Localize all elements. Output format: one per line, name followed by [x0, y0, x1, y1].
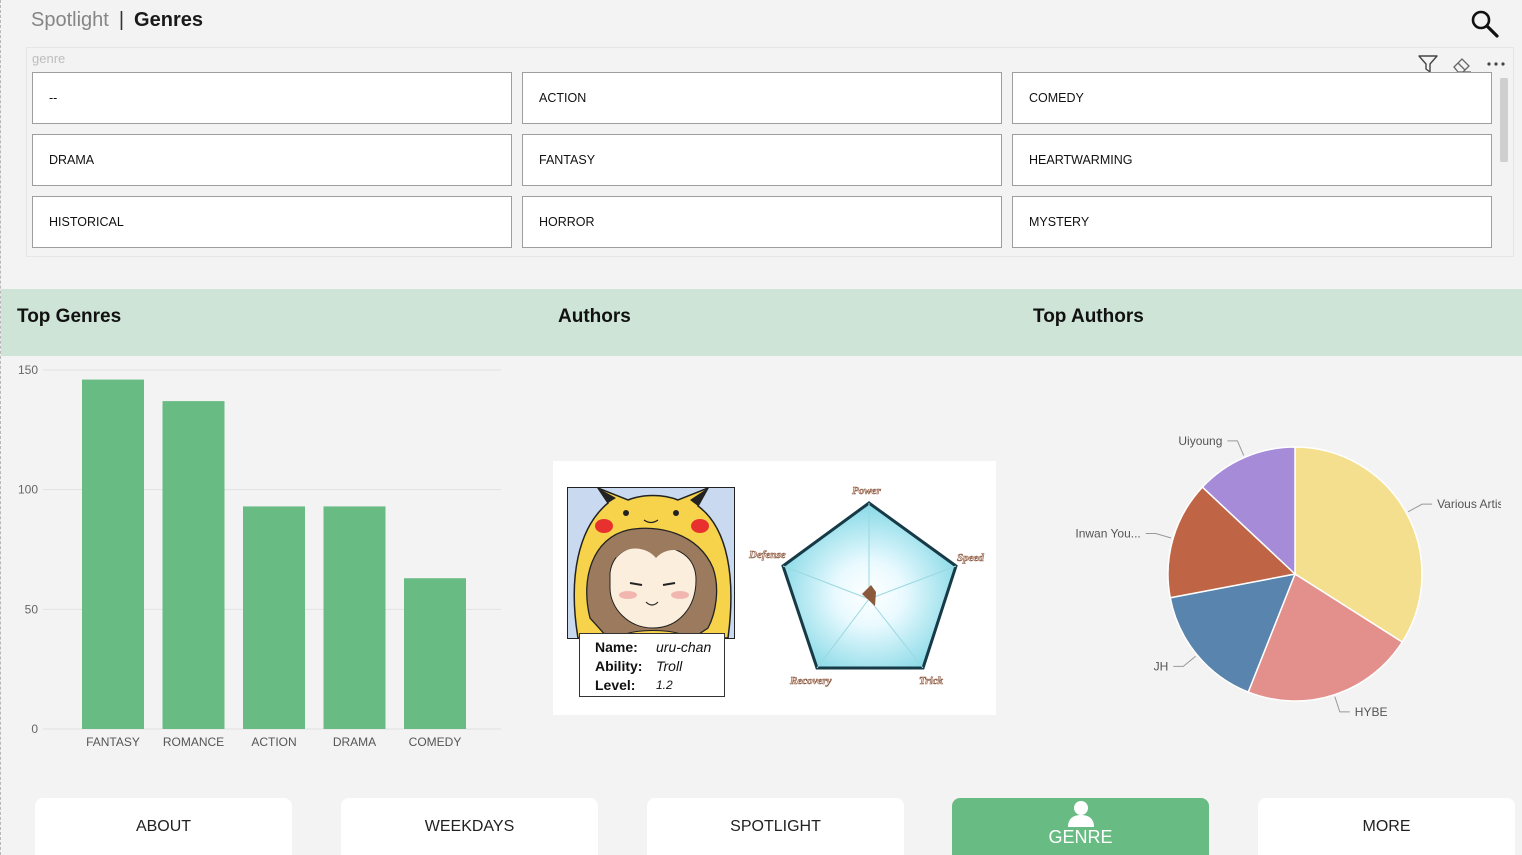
pie-label: JH: [1154, 659, 1169, 673]
genre-option-fantasy[interactable]: FANTASY: [522, 134, 1002, 186]
pie-leader-line: [1227, 440, 1245, 456]
bar-comedy[interactable]: [404, 578, 466, 729]
author-ability: Troll: [656, 657, 683, 674]
slicer-scrollbar[interactable]: [1500, 78, 1508, 162]
bar-y-tick-label: 50: [25, 602, 39, 616]
nav-spotlight-button[interactable]: SPOTLIGHT: [647, 798, 904, 855]
genre-option-drama[interactable]: DRAMA: [32, 134, 512, 186]
bar-drama[interactable]: [323, 506, 386, 729]
author-info-box: Name: uru-chan Ability: Troll Level: 1.2: [579, 633, 725, 697]
genre-option-historical[interactable]: HISTORICAL: [32, 196, 512, 248]
author-name: uru-chan: [656, 638, 712, 655]
bar-y-tick-label: 0: [31, 722, 38, 736]
breadcrumb: Spotlight | Genres: [31, 8, 203, 32]
radar-label-defense: Defense: [748, 549, 786, 561]
genre-option-mystery[interactable]: MYSTERY: [1012, 196, 1492, 248]
bar-action[interactable]: [243, 506, 305, 729]
radar-label-power: Power: [852, 485, 881, 497]
bar-romance[interactable]: [162, 401, 225, 729]
author-portrait-image: [567, 487, 735, 639]
user-icon: [1067, 801, 1094, 827]
bar-x-tick-label: DRAMA: [333, 735, 376, 749]
nav-more-button[interactable]: MORE: [1258, 798, 1515, 855]
pie-label: Various Artists: [1437, 497, 1501, 511]
radar-label-speed: Speed: [957, 552, 984, 564]
authors-title: Authors: [558, 306, 631, 327]
pie-label: Inwan You...: [1075, 527, 1140, 541]
breadcrumb-spotlight[interactable]: Spotlight: [31, 9, 109, 31]
top-genres-title: Top Genres: [17, 306, 122, 327]
top-authors-title: Top Authors: [1033, 306, 1144, 327]
genre-option-action[interactable]: ACTION: [522, 72, 1002, 124]
ability-label: Ability:: [595, 657, 643, 674]
pie-label: HYBE: [1355, 705, 1388, 719]
bar-y-tick-label: 100: [18, 483, 38, 497]
level-label: Level:: [595, 676, 636, 693]
author-card: Name: uru-chan Ability: Troll Level: 1.2 Po…: [553, 461, 996, 715]
nav-weekdays-button[interactable]: WEEKDAYS: [341, 798, 598, 855]
nav-about-button[interactable]: ABOUT: [35, 798, 292, 855]
genre-option-comedy[interactable]: COMEDY: [1012, 72, 1492, 124]
section-header-band: Top Genres Authors Top Authors: [1, 289, 1522, 356]
top-authors-pie-chart: Various Artists HYBE JH Inwan You... Uiyoung: [1075, 434, 1501, 719]
slicer-title: genre: [32, 51, 66, 66]
nav-genre-button[interactable]: GENRE: [952, 798, 1209, 855]
top-genres-bar-chart: 0 50 100 150 FANTASY ROMANCE ACTION DRAMA COMEDY: [18, 363, 501, 749]
bar-x-tick-label: ACTION: [251, 735, 296, 749]
radar-label-recovery: Recovery: [789, 675, 832, 687]
genre-slicer: genre -- ACTION COMEDY DRAMA FANTASY HEA…: [26, 47, 1514, 257]
bar-x-tick-label: ROMANCE: [163, 735, 224, 749]
pie-leader-line: [1407, 503, 1433, 513]
genre-option-heartwarming[interactable]: HEARTWARMING: [1012, 134, 1492, 186]
nav-genre-label: GENRE: [1048, 827, 1113, 847]
bar-x-tick-label: COMEDY: [409, 735, 462, 749]
genre-option-horror[interactable]: HORROR: [522, 196, 1002, 248]
pie-label: Uiyoung: [1178, 434, 1222, 448]
pie-leader-line: [1145, 533, 1172, 539]
author-level: 1.2: [656, 677, 673, 692]
breadcrumb-separator: |: [118, 9, 125, 31]
author-radar-chart: Power Speed Trick Recovery Defense: [748, 485, 985, 688]
pie-leader-line: [1173, 655, 1196, 667]
radar-label-trick: Trick: [919, 675, 944, 687]
pie-leader-line: [1334, 696, 1350, 713]
bar-x-tick-label: FANTASY: [86, 735, 140, 749]
name-label: Name:: [595, 638, 638, 655]
search-icon[interactable]: [1470, 9, 1500, 39]
page-title: Genres: [134, 9, 203, 31]
bar-y-tick-label: 150: [18, 363, 38, 377]
bar-fantasy[interactable]: [82, 379, 144, 729]
report-page: Spotlight | Genres genre -- ACTION COMEDY …: [0, 0, 1522, 855]
genre-option-none[interactable]: --: [32, 72, 512, 124]
